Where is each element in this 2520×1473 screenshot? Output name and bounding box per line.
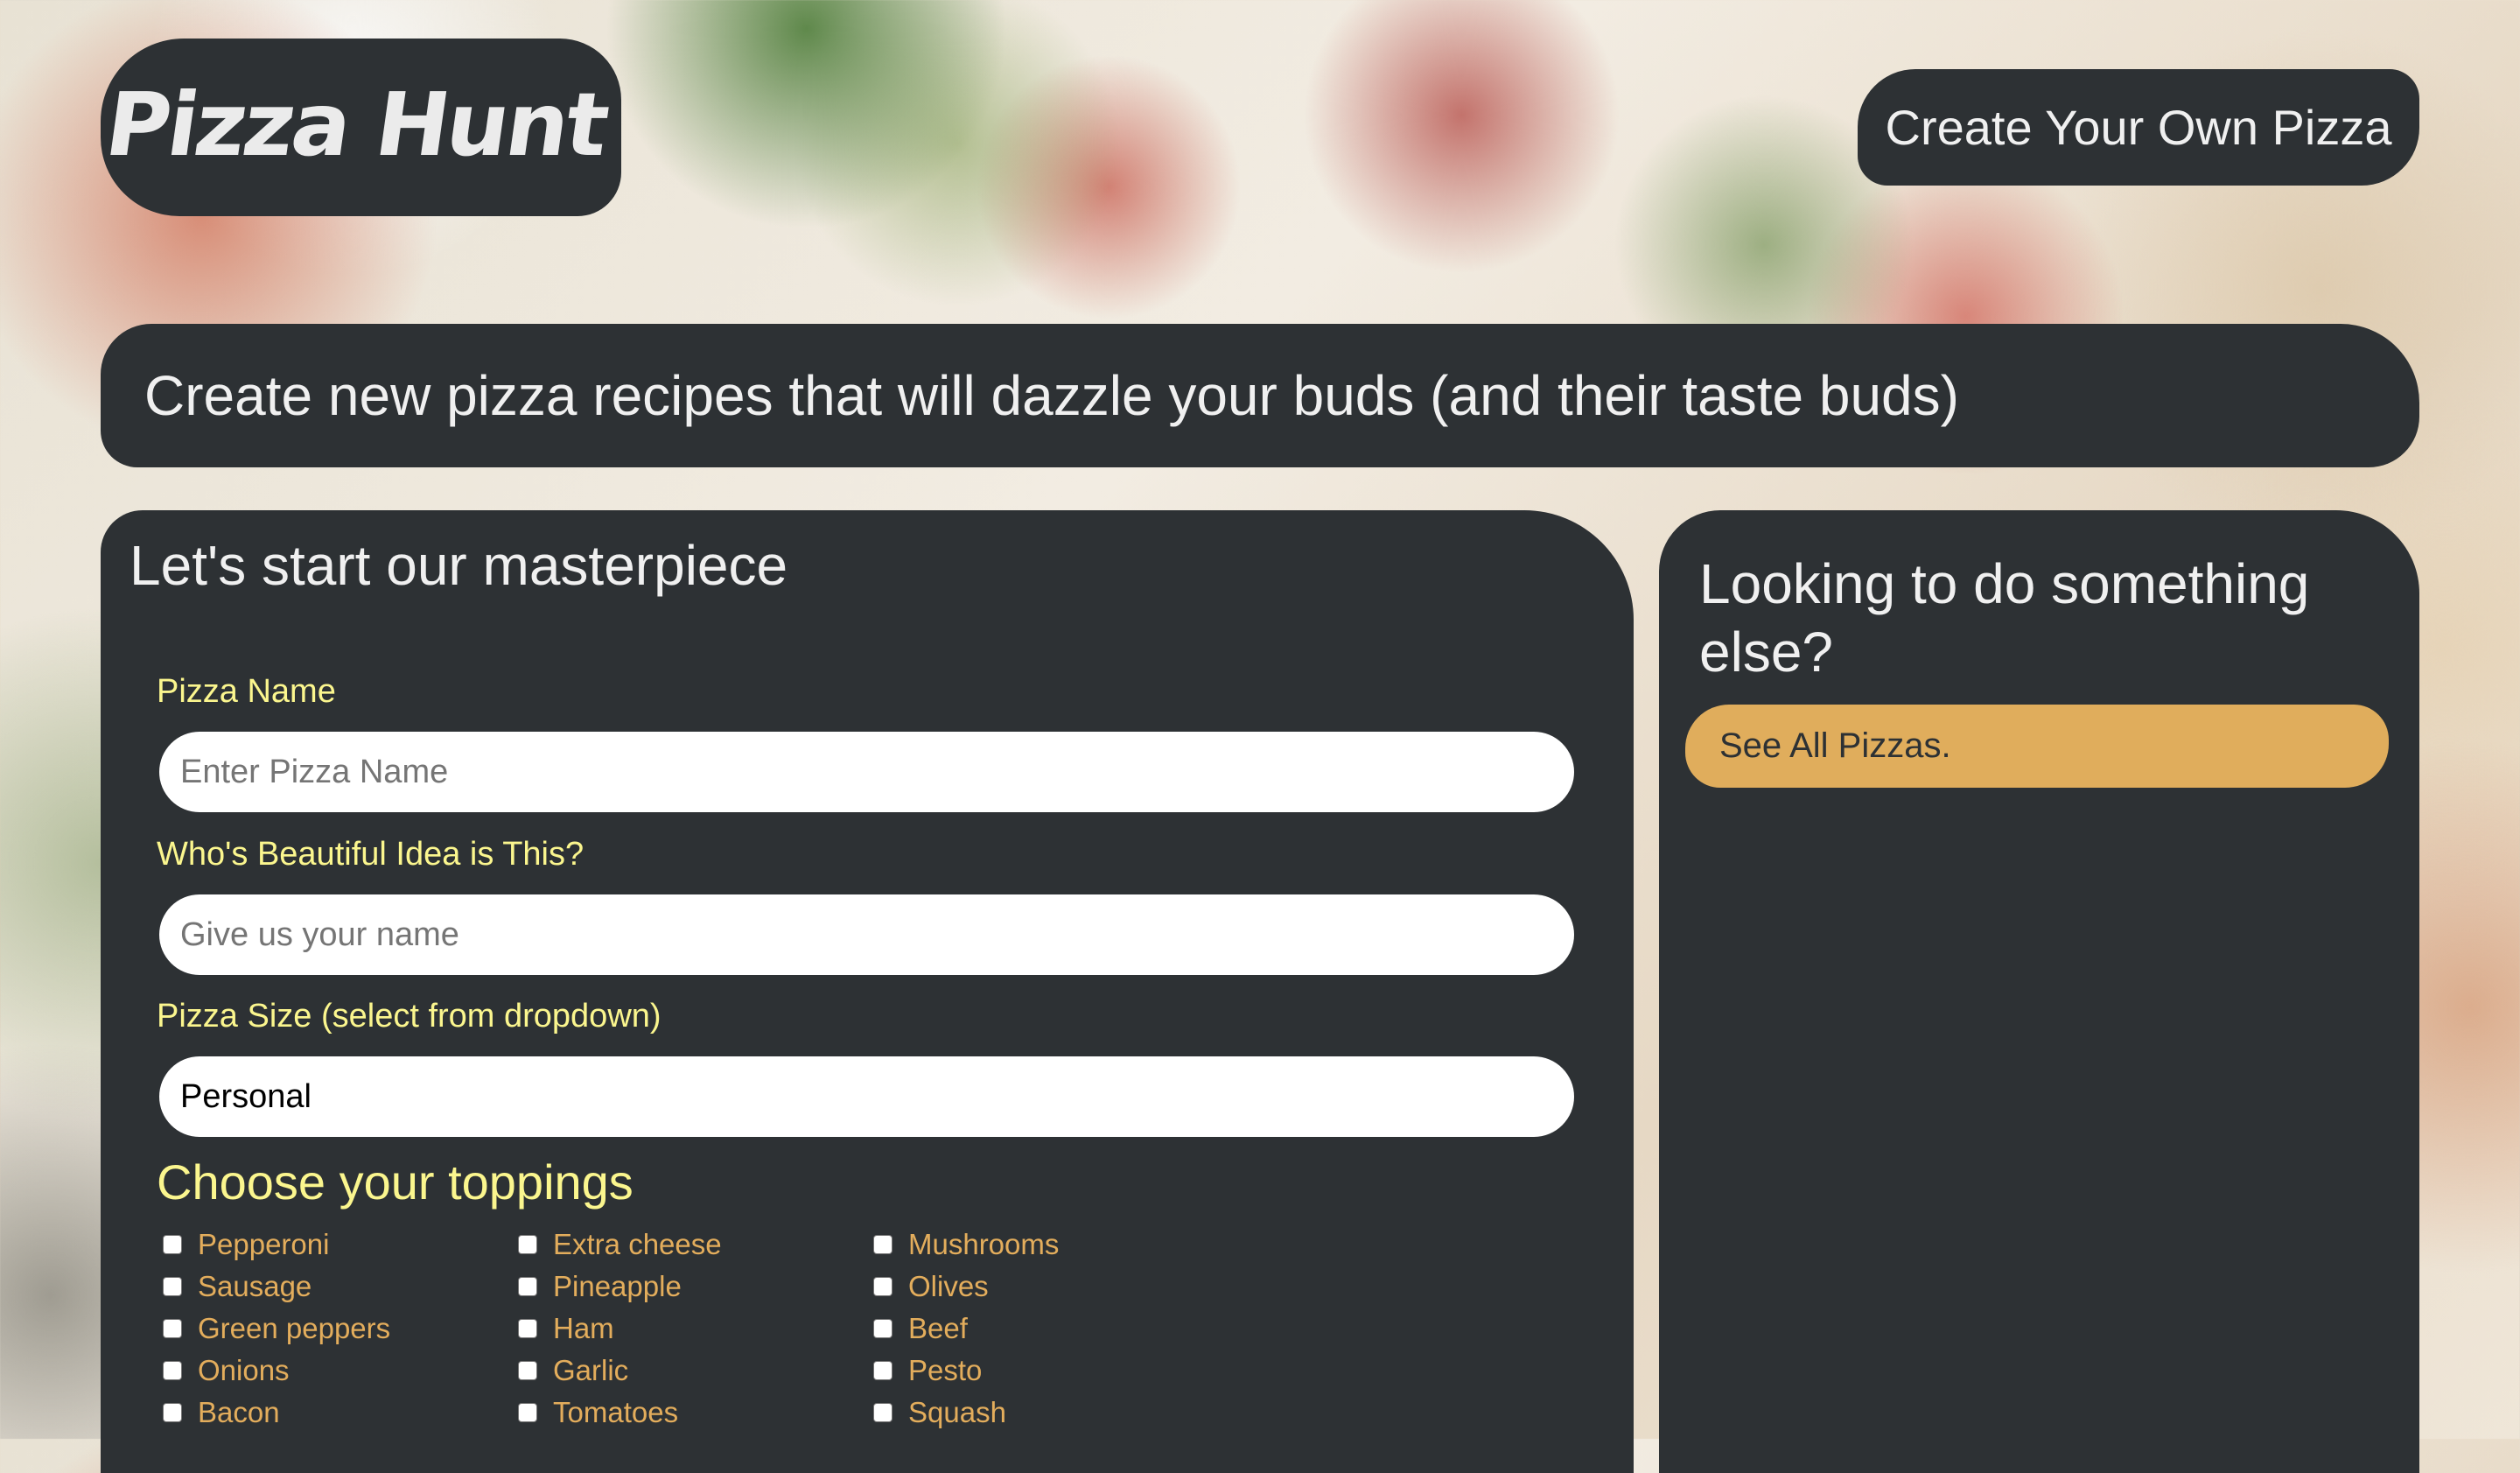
pizza-hunt-logo[interactable]: Pizza Hunt	[100, 39, 621, 216]
hero-banner: Create new pizza recipes that will dazzl…	[101, 324, 2419, 467]
topping-garlic[interactable]: Garlic	[518, 1353, 628, 1388]
topping-label: Beef	[908, 1312, 968, 1344]
pizza-size-label: Pizza Size (select from dropdown)	[157, 998, 662, 1035]
create-pizza-form-panel: Let's start our masterpiece Pizza Name W…	[101, 510, 1634, 1473]
see-all-pizzas-link[interactable]: See All Pizzas.	[1685, 705, 2389, 788]
sidebar-title: Looking to do something else?	[1699, 552, 2310, 684]
topping-mushrooms[interactable]: Mushrooms	[873, 1227, 1059, 1262]
topping-label: Pepperoni	[198, 1228, 330, 1260]
topping-label: Tomatoes	[553, 1396, 679, 1428]
garlic-checkbox[interactable]	[518, 1361, 537, 1380]
topping-label: Garlic	[553, 1354, 629, 1386]
logo-text: Pizza Hunt	[100, 74, 613, 176]
pizza-name-input[interactable]	[159, 732, 1574, 812]
green-peppers-checkbox[interactable]	[163, 1319, 182, 1338]
pizza-size-select[interactable]: Personal	[159, 1056, 1574, 1137]
topping-sausage[interactable]: Sausage	[163, 1269, 312, 1304]
topping-olives[interactable]: Olives	[873, 1269, 989, 1304]
topping-onions[interactable]: Onions	[163, 1353, 290, 1388]
topping-label: Extra cheese	[553, 1228, 722, 1260]
tomatoes-checkbox[interactable]	[518, 1403, 537, 1422]
topping-label: Olives	[908, 1270, 989, 1302]
beef-checkbox[interactable]	[873, 1319, 892, 1338]
topping-label: Onions	[198, 1354, 290, 1386]
topping-label: Pineapple	[553, 1270, 682, 1302]
topping-label: Green peppers	[198, 1312, 391, 1344]
topping-green-peppers[interactable]: Green peppers	[163, 1311, 390, 1346]
olives-checkbox[interactable]	[873, 1277, 892, 1296]
bacon-checkbox[interactable]	[163, 1403, 182, 1422]
topping-pesto[interactable]: Pesto	[873, 1353, 982, 1388]
form-title: Let's start our masterpiece	[130, 534, 788, 597]
ham-checkbox[interactable]	[518, 1319, 537, 1338]
mushrooms-checkbox[interactable]	[873, 1235, 892, 1254]
topping-label: Ham	[553, 1312, 614, 1344]
topping-squash[interactable]: Squash	[873, 1395, 1006, 1430]
pineapple-checkbox[interactable]	[518, 1277, 537, 1296]
created-by-input[interactable]	[159, 894, 1574, 975]
topping-label: Mushrooms	[908, 1228, 1060, 1260]
topping-label: Bacon	[198, 1396, 280, 1428]
topping-extra-cheese[interactable]: Extra cheese	[518, 1227, 722, 1262]
toppings-heading: Choose your toppings	[157, 1154, 634, 1210]
squash-checkbox[interactable]	[873, 1403, 892, 1422]
topping-label: Sausage	[198, 1270, 312, 1302]
topping-pineapple[interactable]: Pineapple	[518, 1269, 682, 1304]
pizza-size-selected-value: Personal	[180, 1077, 312, 1115]
topping-pepperoni[interactable]: Pepperoni	[163, 1227, 329, 1262]
sausage-checkbox[interactable]	[163, 1277, 182, 1296]
extra-cheese-checkbox[interactable]	[518, 1235, 537, 1254]
sidebar-panel: Looking to do something else? See All Pi…	[1659, 510, 2419, 1473]
create-your-own-pizza-button[interactable]: Create Your Own Pizza	[1858, 69, 2419, 186]
topping-label: Squash	[908, 1396, 1006, 1428]
topping-bacon[interactable]: Bacon	[163, 1395, 280, 1430]
onions-checkbox[interactable]	[163, 1361, 182, 1380]
topping-tomatoes[interactable]: Tomatoes	[518, 1395, 678, 1430]
topping-label: Pesto	[908, 1354, 983, 1386]
pizza-name-label: Pizza Name	[157, 673, 336, 710]
topping-ham[interactable]: Ham	[518, 1311, 614, 1346]
pesto-checkbox[interactable]	[873, 1361, 892, 1380]
created-by-label: Who's Beautiful Idea is This?	[157, 836, 584, 873]
pepperoni-checkbox[interactable]	[163, 1235, 182, 1254]
topping-beef[interactable]: Beef	[873, 1311, 968, 1346]
